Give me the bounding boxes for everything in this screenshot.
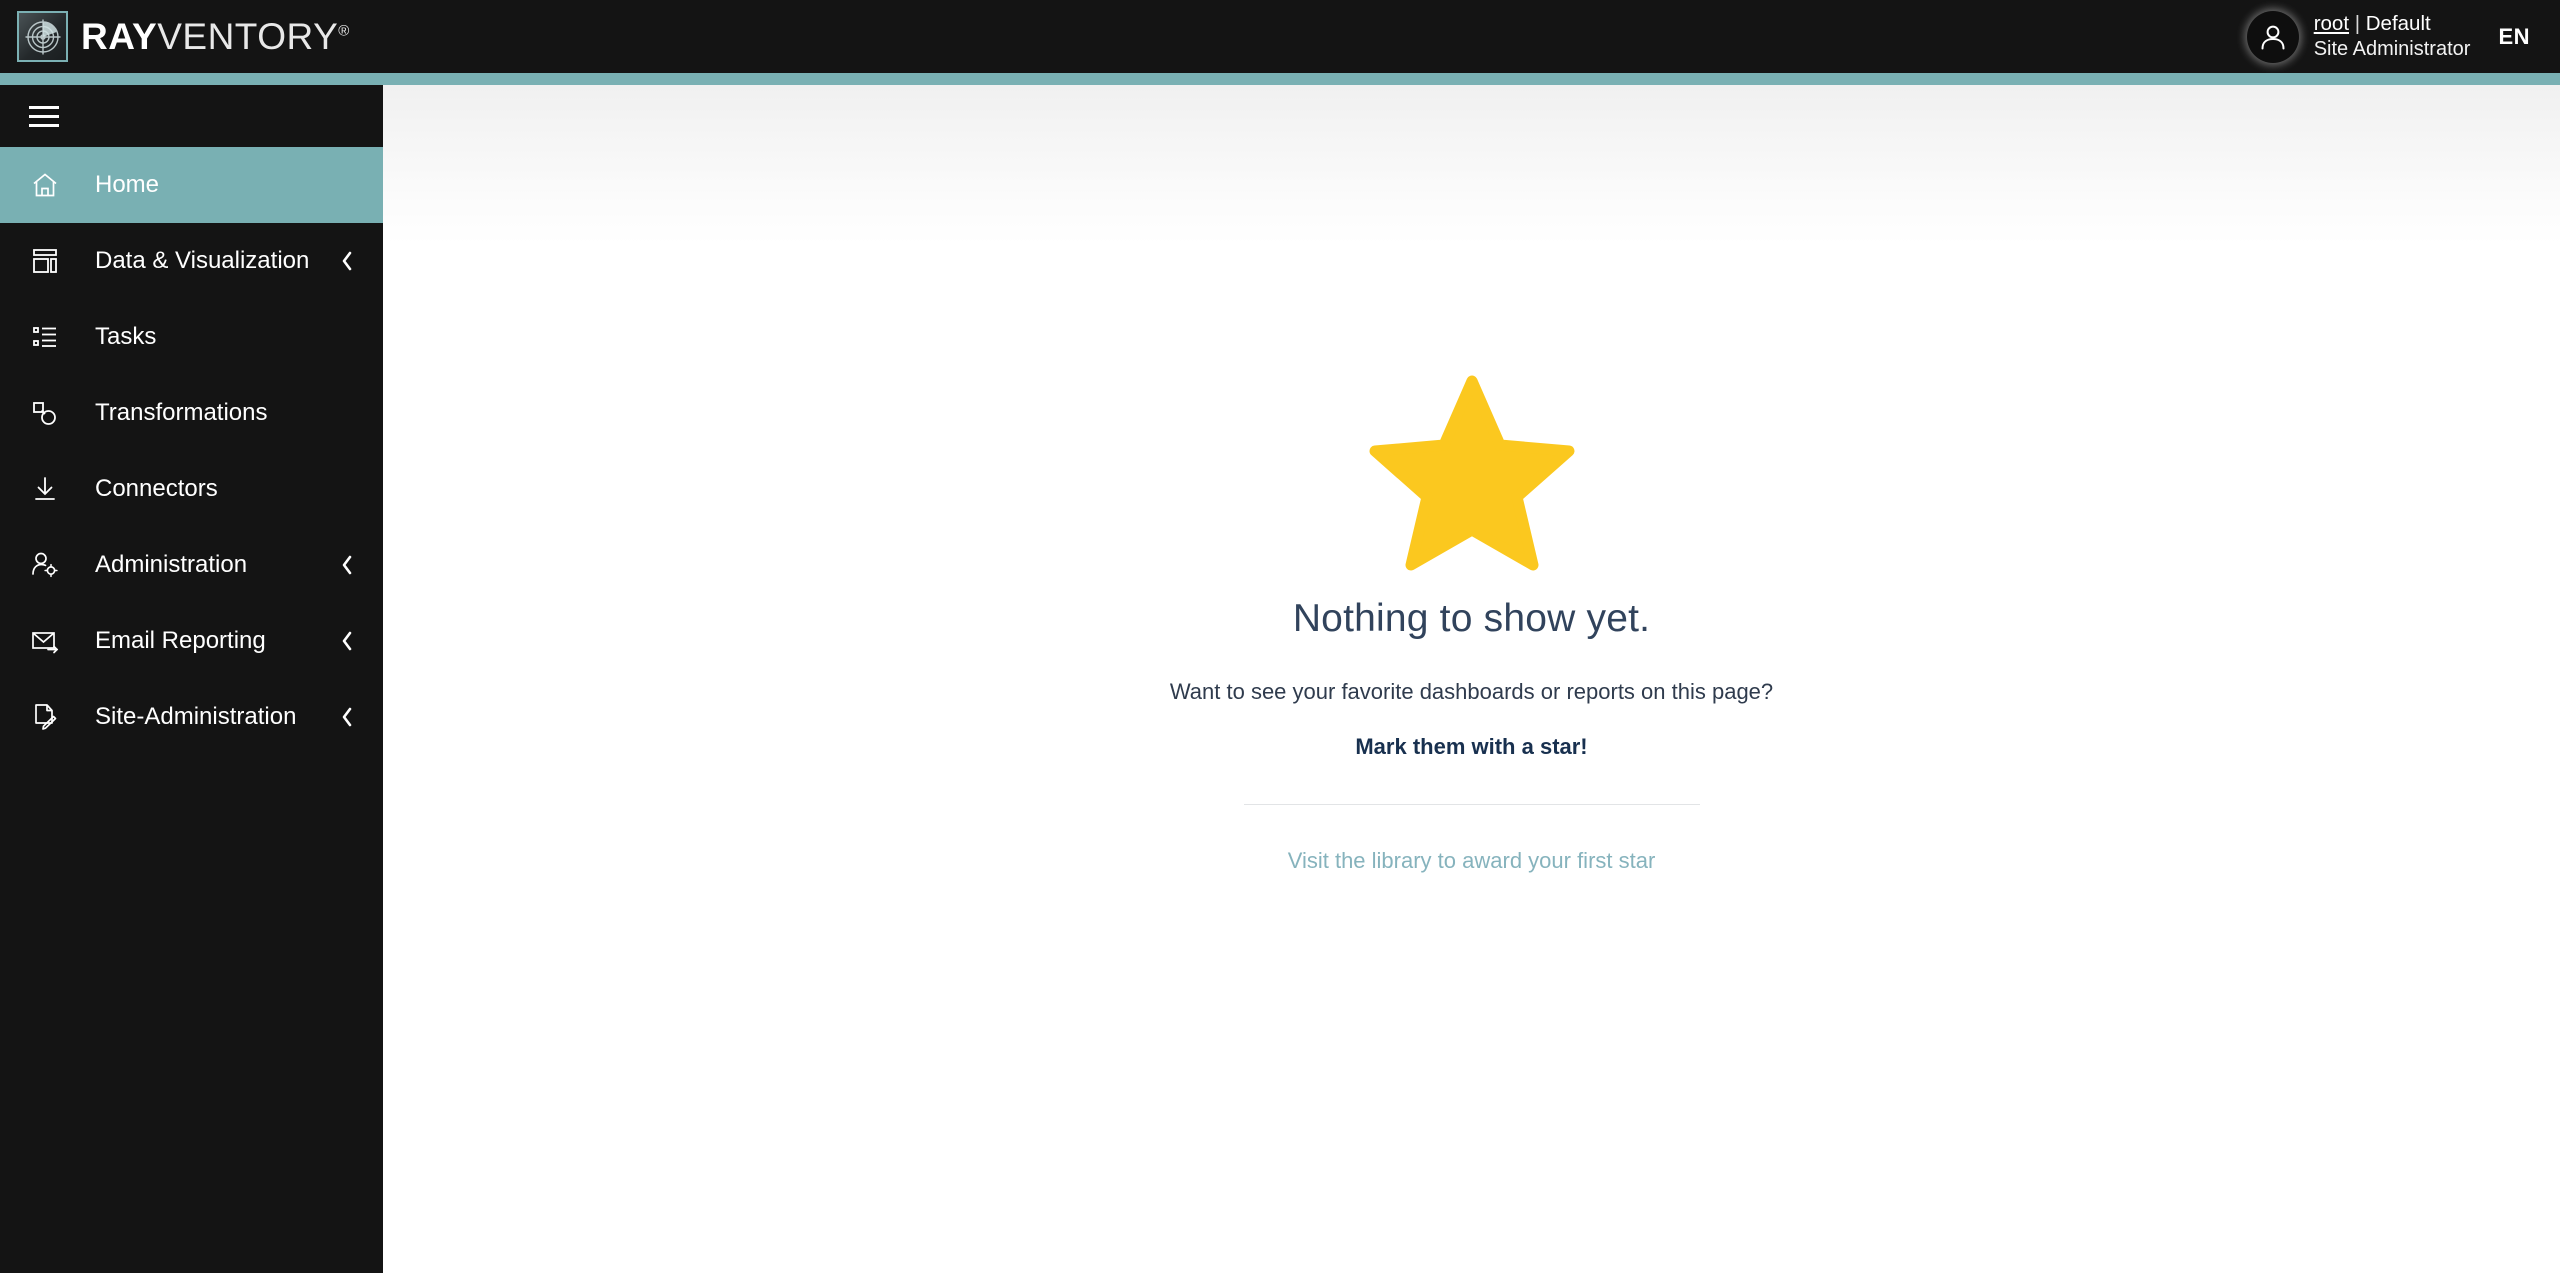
- sidebar-item-connectors[interactable]: Connectors: [0, 451, 383, 527]
- chevron-left-icon[interactable]: [339, 248, 355, 274]
- user-account-line: root | Default: [2314, 11, 2471, 37]
- envelope-arrow-icon: [27, 623, 63, 659]
- top-bar: RAYVENTORY® root | Default Site Administ…: [0, 0, 2560, 73]
- user-role: Site Administrator: [2313, 37, 2471, 60]
- brand-logo[interactable]: RAYVENTORY®: [0, 11, 350, 62]
- sidebar-item-label: Administration: [95, 551, 248, 578]
- menu-toggle-button[interactable]: [0, 85, 383, 147]
- sidebar-item-label: Email Reporting: [95, 627, 266, 654]
- user-area: root | Default Site Administrator EN: [2246, 0, 2560, 73]
- chevron-left-icon[interactable]: [339, 628, 355, 654]
- sidebar-item-administration[interactable]: Administration: [0, 527, 383, 603]
- dashboard-icon: [27, 243, 63, 279]
- chevron-left-icon[interactable]: [339, 704, 355, 730]
- language-selector[interactable]: EN: [2498, 24, 2530, 50]
- library-link[interactable]: Visit the library to award your first st…: [1288, 848, 1656, 874]
- download-icon: [27, 471, 63, 507]
- sidebar-item-label: Tasks: [95, 323, 157, 350]
- sidebar-item-email-reporting[interactable]: Email Reporting: [0, 603, 383, 679]
- avatar[interactable]: [2246, 10, 2299, 63]
- radar-icon: [17, 11, 68, 62]
- page-title: Nothing to show yet.: [1292, 597, 1651, 640]
- empty-state-subtitle: Want to see your favorite dashboards or …: [1169, 679, 1774, 704]
- user-name-link[interactable]: root: [2314, 12, 2349, 35]
- sidebar-item-home[interactable]: Home: [0, 147, 383, 223]
- list-icon: [27, 319, 63, 355]
- sidebar-item-label: Home: [95, 171, 160, 198]
- empty-state-cta: Mark them with a star!: [1355, 734, 1588, 759]
- user-identity: root | Default Site Administrator: [2314, 11, 2471, 63]
- document-pen-icon: [27, 699, 63, 735]
- sidebar-item-label: Transformations: [95, 399, 268, 426]
- brand-registered: ®: [338, 22, 350, 40]
- sidebar-item-label: Connectors: [95, 475, 218, 502]
- star-icon: [1367, 373, 1577, 573]
- accent-strip: [0, 73, 2560, 85]
- sidebar: Home Data & Visualization Tasks Transfor…: [0, 85, 383, 1273]
- sidebar-item-tasks[interactable]: Tasks: [0, 299, 383, 375]
- brand-bold: RAY: [81, 16, 158, 57]
- empty-state: Nothing to show yet. Want to see your fa…: [383, 373, 2560, 874]
- sidebar-item-transformations[interactable]: Transformations: [0, 375, 383, 451]
- home-icon: [27, 167, 63, 203]
- hamburger-icon: [29, 100, 59, 133]
- sidebar-item-label: Data & Visualization: [95, 247, 310, 274]
- sidebar-item-site-administration[interactable]: Site-Administration: [0, 679, 383, 755]
- user-tenant: Default: [2365, 11, 2431, 35]
- brand-wordmark: RAYVENTORY®: [81, 18, 350, 55]
- chevron-left-icon[interactable]: [339, 552, 355, 578]
- shapes-icon: [27, 395, 63, 431]
- divider: [1243, 804, 1700, 805]
- user-gear-icon: [27, 547, 63, 583]
- user-separator: |: [2349, 11, 2366, 35]
- main-content: Nothing to show yet. Want to see your fa…: [383, 85, 2560, 1273]
- sidebar-item-data-visualization[interactable]: Data & Visualization: [0, 223, 383, 299]
- sidebar-item-label: Site-Administration: [95, 703, 297, 730]
- brand-light: VENTORY: [157, 16, 339, 57]
